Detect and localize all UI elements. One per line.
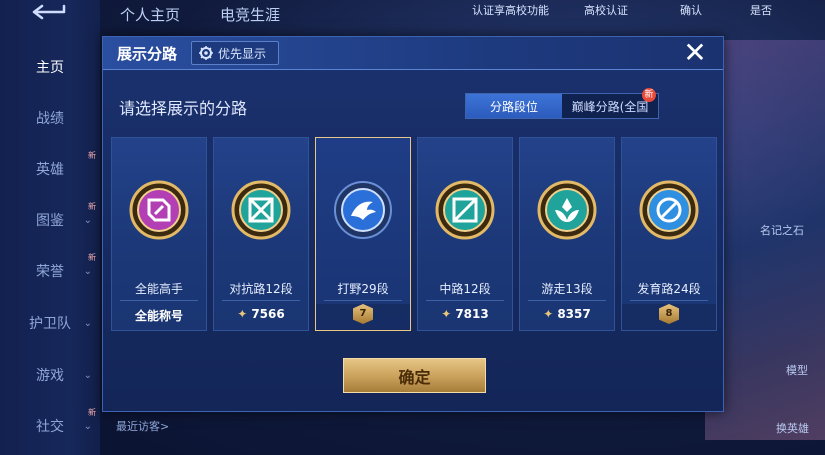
tab-label: 巅峰分路(全国 <box>571 99 649 114</box>
lane-card-clash[interactable]: 对抗路12段 ✦ 7566 <box>213 137 309 331</box>
lane-card-mid[interactable]: 中路12段 ✦ 7813 <box>417 137 513 331</box>
tab-label: 分路段位 <box>489 99 538 114</box>
lane-value: 全能称号 <box>134 309 183 323</box>
recent-visitors-link[interactable]: 最近访客> <box>116 418 169 434</box>
sidebar-item-social[interactable]: 社交 新 ⌄ <box>0 403 100 449</box>
lane-score: ✦ 8357 <box>520 307 614 321</box>
gear-icon <box>199 46 213 60</box>
roam-emblem-icon <box>537 180 597 240</box>
divider <box>324 300 402 301</box>
lane-label: 打野29段 <box>337 282 389 296</box>
sidebar-item-hero[interactable]: 英雄 新 <box>0 146 100 192</box>
auth-hint[interactable]: 认证享高校功能 <box>472 2 549 18</box>
tab-peak-lane[interactable]: 巅峰分路(全国 新 <box>562 88 658 118</box>
divider <box>222 300 300 301</box>
lane-label: 对抗路12段 <box>229 282 293 296</box>
sidebar-item-record[interactable]: 战绩 <box>0 95 100 141</box>
sidebar-item-label: 护卫队 <box>29 316 71 332</box>
top-bar: 个人主页 电竞生涯 认证享高校功能 高校认证 确认 是否 <box>100 0 825 26</box>
sidebar-item-label: 游戏 <box>36 368 64 384</box>
lane-label: 游走13段 <box>541 282 593 296</box>
lane-display-dialog: 展示分路 优先显示 ✕ 请选择展示的分路 分路段位 巅峰分路(全国 新 全能高手… <box>102 36 724 412</box>
lane-score: ✦ 7813 <box>418 307 512 321</box>
lane-label: 全能高手 <box>134 282 183 296</box>
sidebar-item-atlas[interactable]: 图鉴 新 ⌄ <box>0 197 100 243</box>
sidebar: 主页 战绩 英雄 新 图鉴 新 ⌄ 荣誉 新 ⌄ 护卫队 ⌄ 游戏 ⌄ 社交 新… <box>0 0 100 455</box>
confirm-word: 确认 <box>680 4 702 17</box>
back-arrow-icon[interactable] <box>28 4 68 20</box>
new-tag: 新 <box>88 151 96 160</box>
yesno-word: 是否 <box>750 4 772 17</box>
divider <box>426 300 504 301</box>
lane-card-allround[interactable]: 全能高手 全能称号 <box>111 137 207 331</box>
lane-card-jungle[interactable]: 打野29段 7 <box>315 137 411 331</box>
chevron-down-icon: ⌄ <box>83 420 92 432</box>
dialog-subtitle: 请选择展示的分路 <box>119 99 248 118</box>
star-icon: ✦ <box>441 307 452 321</box>
priority-label: 优先显示 <box>218 46 267 61</box>
dialog-title: 展示分路 <box>117 45 178 63</box>
new-badge: 新 <box>642 88 656 102</box>
clash-lane-emblem-icon <box>231 180 291 240</box>
divider <box>120 300 198 301</box>
sidebar-item-label: 英雄 <box>36 162 64 178</box>
star-icon: ✦ <box>237 307 248 321</box>
allround-emblem-icon <box>129 180 189 240</box>
chevron-down-icon: ⌄ <box>83 369 92 381</box>
confirm-button[interactable]: 确定 <box>343 358 486 393</box>
dialog-header: 展示分路 优先显示 ✕ <box>103 37 723 70</box>
new-tag: 新 <box>88 408 96 417</box>
divider <box>528 300 606 301</box>
chevron-down-icon: ⌄ <box>83 317 92 329</box>
lane-label: 中路12段 <box>439 282 491 296</box>
sidebar-item-label: 战绩 <box>36 111 64 127</box>
star-icon: ✦ <box>543 307 554 321</box>
chevron-down-icon: ⌄ <box>83 214 92 226</box>
lane-card-roam[interactable]: 游走13段 ✦ 8357 <box>519 137 615 331</box>
new-tag: 新 <box>88 253 96 262</box>
score-value: 7566 <box>251 307 285 321</box>
mid-lane-emblem-icon <box>435 180 495 240</box>
sidebar-item-label: 荣誉 <box>36 264 64 280</box>
stone-note: 名记之石 <box>760 224 804 237</box>
lane-mode-toggle: 分路段位 巅峰分路(全国 新 <box>465 88 659 119</box>
score-value: 8357 <box>557 307 591 321</box>
model-button[interactable]: 模型 <box>786 362 808 378</box>
school-auth-button[interactable]: 高校认证 <box>584 2 628 18</box>
switch-hero-button[interactable]: 换英雄 <box>776 420 809 436</box>
lane-score: ✦ 7566 <box>214 307 308 321</box>
sidebar-item-label: 图鉴 <box>36 213 64 229</box>
close-icon[interactable]: ✕ <box>677 37 713 69</box>
score-value: 7813 <box>455 307 489 321</box>
sidebar-item-guard[interactable]: 护卫队 ⌄ <box>0 300 100 346</box>
jungle-emblem-icon <box>334 181 392 239</box>
priority-display-button[interactable]: 优先显示 <box>191 41 279 65</box>
lane-card-farm[interactable]: 发育路24段 8 <box>621 137 717 331</box>
tab-profile[interactable]: 个人主页 <box>120 4 180 25</box>
tab-lane-rank[interactable]: 分路段位 <box>466 94 562 118</box>
divider <box>630 300 708 301</box>
confirm-label: 确定 <box>398 367 431 387</box>
sidebar-item-label: 社交 <box>36 419 64 435</box>
sidebar-item-game[interactable]: 游戏 ⌄ <box>0 352 100 398</box>
farm-lane-emblem-icon <box>639 180 699 240</box>
new-tag: 新 <box>88 202 96 211</box>
tab-esports[interactable]: 电竞生涯 <box>220 4 280 25</box>
lane-label: 发育路24段 <box>637 282 701 296</box>
sidebar-item-home[interactable]: 主页 <box>0 44 100 90</box>
sidebar-item-honor[interactable]: 荣誉 新 ⌄ <box>0 248 100 294</box>
sidebar-item-label: 主页 <box>36 60 64 76</box>
chevron-down-icon: ⌄ <box>83 265 92 277</box>
